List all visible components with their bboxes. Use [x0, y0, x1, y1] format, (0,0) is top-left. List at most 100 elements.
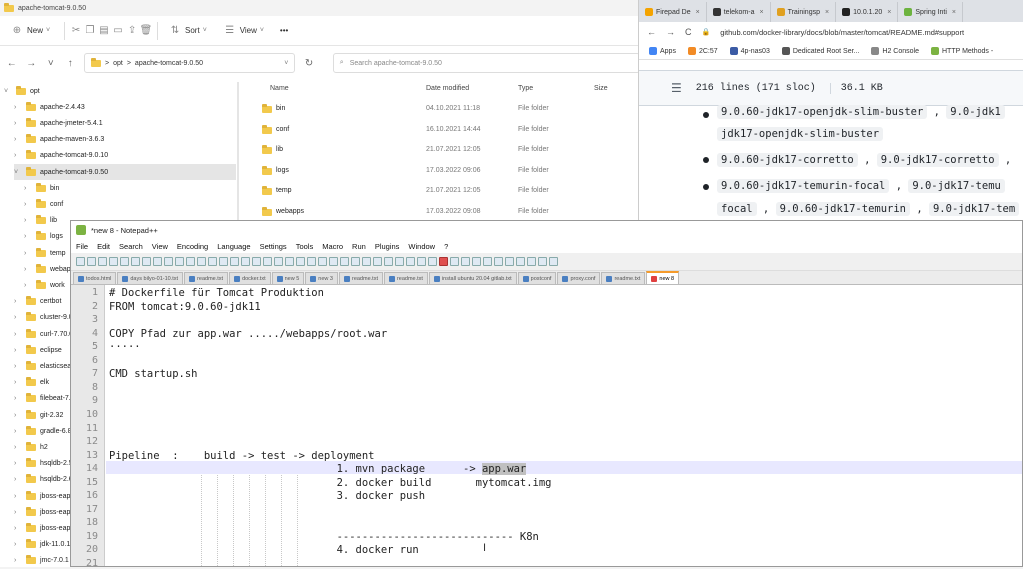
browser-tab[interactable]: Firepad De ×: [639, 2, 707, 22]
chevron-right-icon[interactable]: ›: [14, 395, 22, 402]
toolbar-tool-icon[interactable]: [76, 257, 85, 266]
chevron-right-icon[interactable]: ›: [14, 379, 22, 386]
menu-item[interactable]: Settings: [260, 242, 287, 251]
chevron-right-icon[interactable]: ›: [24, 282, 32, 289]
bookmark-item[interactable]: H2 Console: [871, 46, 919, 55]
toolbar-tool-icon[interactable]: [406, 257, 415, 266]
editor-tab[interactable]: docker.txt: [229, 272, 271, 284]
toolbar-tool-icon[interactable]: [142, 257, 151, 266]
toolbar-tool-icon[interactable]: [274, 257, 283, 266]
editor-tab[interactable]: install ubuntu 20.04 gitlab.txt: [428, 272, 517, 284]
toolbar-tool-icon[interactable]: [307, 257, 316, 266]
menu-item[interactable]: ?: [444, 242, 448, 251]
chevron-right-icon[interactable]: ›: [14, 412, 22, 419]
bookmark-item[interactable]: 2C:57: [687, 46, 718, 55]
forward-arrow-icon[interactable]: →: [26, 58, 38, 69]
file-row[interactable]: temp 21.07.2021 12:05 File folder: [240, 182, 640, 202]
toolbar-tool-icon[interactable]: [164, 257, 173, 266]
tree-item[interactable]: › conf: [24, 196, 236, 212]
toolbar-tool-icon[interactable]: [417, 257, 426, 266]
new-button[interactable]: ⊕ New ˅: [4, 20, 60, 42]
chevron-right-icon[interactable]: ›: [24, 201, 32, 208]
chevron-right-icon[interactable]: ›: [14, 460, 22, 467]
rename-icon[interactable]: ▭: [111, 25, 125, 36]
more-options-button[interactable]: •••: [274, 20, 294, 42]
view-button[interactable]: ☰ View ˅: [217, 20, 274, 42]
toolbar-tool-icon[interactable]: [439, 257, 448, 266]
menu-item[interactable]: Edit: [97, 242, 110, 251]
toolbar-tool-icon[interactable]: [549, 257, 558, 266]
tree-item[interactable]: › apache-maven-3.6.3: [14, 132, 236, 148]
bookmark-item[interactable]: Dedicated Root Ser...: [781, 46, 859, 55]
editor-tab[interactable]: readme.txt: [184, 272, 229, 284]
chevron-down-icon[interactable]: ˅: [14, 169, 22, 176]
toolbar-tool-icon[interactable]: [263, 257, 272, 266]
file-row[interactable]: bin 04.10.2021 11:18 File folder: [240, 100, 640, 120]
menu-item[interactable]: Run: [352, 242, 366, 251]
breadcrumb-opt[interactable]: opt: [113, 60, 123, 67]
close-icon[interactable]: ×: [825, 9, 829, 16]
outline-menu-icon[interactable]: ☰: [671, 81, 682, 95]
chevron-right-icon[interactable]: ›: [14, 557, 22, 564]
address-bar[interactable]: > opt > apache-tomcat-9.0.50 ˅: [84, 53, 296, 73]
file-row[interactable]: lib 21.07.2021 12:05 File folder: [240, 141, 640, 161]
toolbar-tool-icon[interactable]: [505, 257, 514, 266]
chevron-right-icon[interactable]: ›: [14, 152, 22, 159]
chevron-right-icon[interactable]: ›: [14, 347, 22, 354]
tree-item[interactable]: › apache-jmeter-5.4.1: [14, 115, 236, 131]
tree-item[interactable]: ˅ apache-tomcat-9.0.50: [14, 164, 236, 180]
toolbar-tool-icon[interactable]: [109, 257, 118, 266]
editor-tab[interactable]: proxy.conf: [557, 272, 601, 284]
forward-arrow-icon[interactable]: →: [666, 27, 675, 37]
chevron-right-icon[interactable]: ›: [24, 250, 32, 257]
chevron-right-icon[interactable]: ›: [24, 217, 32, 224]
toolbar-tool-icon[interactable]: [494, 257, 503, 266]
editor-tab[interactable]: readme.txt: [383, 272, 428, 284]
toolbar-tool-icon[interactable]: [208, 257, 217, 266]
toolbar-tool-icon[interactable]: [472, 257, 481, 266]
editor-tab[interactable]: readme.txt: [338, 272, 383, 284]
toolbar-tool-icon[interactable]: [153, 257, 162, 266]
toolbar-tool-icon[interactable]: [450, 257, 459, 266]
toolbar-tool-icon[interactable]: [285, 257, 294, 266]
refresh-icon[interactable]: ↻: [303, 58, 315, 69]
toolbar-tool-icon[interactable]: [329, 257, 338, 266]
toolbar-tool-icon[interactable]: [197, 257, 206, 266]
reload-icon[interactable]: C: [685, 27, 692, 37]
url-bar[interactable]: github.com/docker-library/docs/blob/mast…: [720, 28, 964, 37]
file-row[interactable]: conf 16.10.2021 14:44 File folder: [240, 121, 640, 141]
up-arrow-icon[interactable]: ↑: [65, 58, 77, 69]
browser-tab[interactable]: Trainingsp ×: [771, 2, 837, 22]
editor-tab[interactable]: new 3: [305, 272, 338, 284]
toolbar-tool-icon[interactable]: [516, 257, 525, 266]
delete-icon[interactable]: 🗑: [139, 25, 153, 36]
copy-icon[interactable]: ❐: [83, 25, 97, 36]
menu-item[interactable]: Encoding: [177, 242, 208, 251]
browser-tab[interactable]: telekom-a ×: [707, 2, 771, 22]
chevron-right-icon[interactable]: ›: [14, 104, 22, 111]
column-name[interactable]: Name: [270, 85, 289, 92]
bookmark-item[interactable]: HTTP Methods -: [930, 46, 993, 55]
tree-item[interactable]: › bin: [24, 180, 236, 196]
chevron-right-icon[interactable]: ›: [14, 525, 22, 532]
tree-item[interactable]: › apache-2.4.43: [14, 99, 236, 115]
chevron-right-icon[interactable]: ›: [14, 541, 22, 548]
chevron-right-icon[interactable]: ›: [24, 185, 32, 192]
cut-icon[interactable]: ✂: [69, 25, 83, 36]
chevron-right-icon[interactable]: ›: [14, 428, 22, 435]
menu-item[interactable]: Plugins: [375, 242, 400, 251]
browser-tab[interactable]: 10.0.1.20 ×: [836, 2, 899, 22]
paste-icon[interactable]: ▤: [97, 25, 111, 36]
toolbar-tool-icon[interactable]: [186, 257, 195, 266]
close-icon[interactable]: ×: [696, 9, 700, 16]
address-dropdown-icon[interactable]: ˅: [284, 60, 288, 67]
column-type[interactable]: Type: [518, 85, 533, 92]
sort-button[interactable]: ⇅ Sort ˅: [162, 20, 217, 42]
menu-item[interactable]: Window: [408, 242, 435, 251]
recent-chevron-icon[interactable]: ˅: [45, 58, 57, 69]
menu-item[interactable]: Search: [119, 242, 143, 251]
toolbar-tool-icon[interactable]: [131, 257, 140, 266]
toolbar-tool-icon[interactable]: [428, 257, 437, 266]
browser-tab[interactable]: Spring Inti ×: [898, 2, 964, 22]
breadcrumb-tomcat[interactable]: apache-tomcat-9.0.50: [135, 60, 203, 67]
